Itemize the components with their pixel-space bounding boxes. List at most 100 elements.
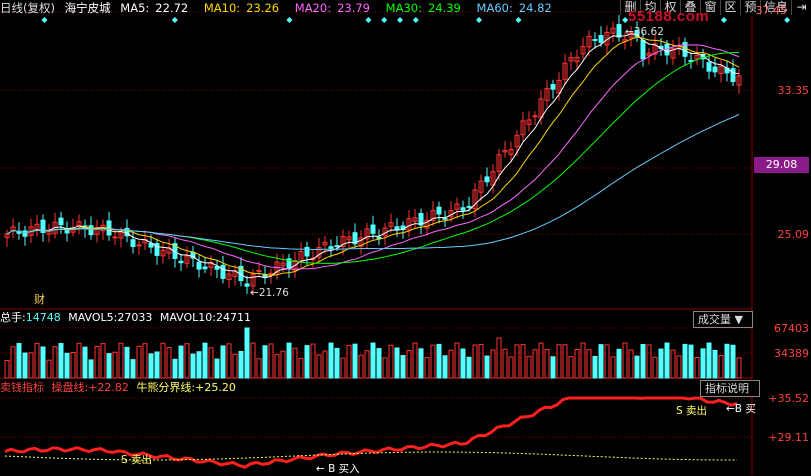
volume-bar	[262, 345, 268, 379]
candle-body	[196, 261, 202, 270]
volume-bar	[592, 355, 598, 379]
volume-bar	[376, 348, 382, 379]
volume-bar	[46, 359, 52, 379]
price-axis-label-2: 33.35	[777, 84, 810, 97]
candle-body	[130, 239, 136, 248]
volume-bar	[64, 352, 70, 379]
indicator-header: 卖钱指标 操盘线:+22.82 牛熊分界线:+25.20	[0, 381, 240, 395]
volume-bar	[328, 342, 334, 379]
volume-bar	[394, 347, 400, 379]
volume-bar	[316, 354, 322, 379]
period-label[interactable]: 日线(复权)	[0, 1, 55, 15]
volume-bar	[118, 342, 124, 379]
volume-bar	[646, 344, 652, 379]
volume-bar	[172, 358, 178, 379]
candle-body	[712, 66, 718, 73]
signal-buy-left: ← B 买入	[316, 463, 360, 475]
mavol5-value: 27033	[117, 311, 153, 324]
volume-bar	[334, 347, 340, 379]
volume-bar	[124, 346, 130, 379]
volume-bar	[154, 351, 160, 379]
volume-bar	[466, 356, 472, 379]
indicator-help-button[interactable]: 指标说明	[700, 380, 760, 397]
volume-bar	[346, 344, 352, 379]
signal-diamond-icon	[41, 17, 48, 23]
stock-name: 海宁皮城	[64, 1, 111, 15]
volume-bar	[382, 357, 388, 379]
price-axis-label-4: 25.09	[777, 228, 810, 241]
candle-body	[112, 236, 118, 239]
volume-bar	[214, 358, 220, 379]
volume-bar	[268, 343, 274, 379]
signal-sell: S 卖出	[676, 405, 708, 417]
toolbar-range[interactable]: 区	[720, 0, 740, 15]
total-volume-label: 总手:	[0, 311, 26, 324]
volume-bar	[232, 353, 238, 379]
volume-bar	[490, 349, 496, 379]
volume-bar	[412, 342, 418, 379]
toolbar-collapse-icon[interactable]: ⇥	[791, 0, 811, 15]
candle-body	[706, 62, 712, 72]
ma10-legend: MA10: 23.26	[203, 1, 280, 15]
ma30-legend: MA30: 24.39	[385, 1, 461, 15]
volume-bar	[700, 348, 706, 379]
candle-body	[22, 230, 28, 237]
mavol5-label: MAVOL5:	[68, 311, 118, 324]
volume-bar	[238, 350, 244, 379]
candle-body	[370, 224, 376, 234]
candle-body	[442, 217, 448, 220]
volume-bar	[562, 344, 568, 379]
volume-indicator-select[interactable]: 成交量 ▼	[693, 311, 753, 328]
volume-bar	[322, 350, 328, 379]
volume-bar	[568, 356, 574, 379]
volume-bar	[724, 343, 730, 379]
candle-body	[304, 246, 310, 257]
signal-diamond-icon	[476, 17, 482, 23]
volume-bar	[76, 342, 82, 379]
total-volume-value: 14748	[25, 311, 61, 324]
volume-bar	[226, 343, 232, 379]
candle-body	[394, 226, 400, 231]
chart-header: 日线(复权) 海宁皮城 MA5: 22.72 MA10: 23.26 MA20: 23…	[0, 0, 564, 16]
finance-marker[interactable]: 财	[34, 291, 45, 307]
candle-body	[58, 217, 64, 226]
site-watermark: 55188.com	[628, 8, 710, 25]
volume-bar	[34, 342, 40, 379]
operate-line-value: +22.82	[88, 381, 129, 394]
ma10-line	[6, 36, 740, 276]
candle-body	[460, 207, 466, 211]
volume-bar	[484, 355, 490, 379]
volume-bar	[712, 349, 718, 379]
indicator-axis-low: +29.11	[768, 431, 809, 444]
candle-body	[436, 206, 442, 215]
volume-bar	[298, 357, 304, 379]
volume-bar	[502, 348, 508, 379]
volume-bar	[370, 342, 376, 379]
volume-bar	[508, 356, 514, 379]
volume-bar	[178, 345, 184, 379]
volume-bar	[538, 342, 544, 379]
signal-diamond-icon	[412, 17, 419, 23]
volume-bar	[664, 342, 670, 379]
signal-diamond-icon	[365, 17, 372, 23]
signal-diamond-icon	[397, 17, 403, 23]
volume-bar	[82, 346, 88, 379]
bull-bear-value: +25.20	[195, 381, 236, 394]
candle-body	[640, 39, 646, 60]
volume-bar	[58, 343, 64, 379]
bull-bear-label: 牛熊分界线:	[136, 381, 196, 394]
volume-bar	[250, 342, 256, 379]
volume-bar	[448, 349, 454, 379]
volume-bar	[472, 344, 478, 379]
volume-bar	[544, 348, 550, 379]
volume-bar	[460, 348, 466, 379]
volume-bar	[688, 344, 694, 379]
signal-diamond-icon	[720, 17, 727, 23]
signal-diamond-icon	[381, 17, 388, 23]
volume-bar	[574, 349, 580, 379]
volume-bar	[436, 343, 442, 379]
volume-bar	[52, 346, 58, 379]
candle-body	[178, 260, 184, 264]
volume-bar	[622, 342, 628, 379]
volume-bar	[424, 357, 430, 379]
